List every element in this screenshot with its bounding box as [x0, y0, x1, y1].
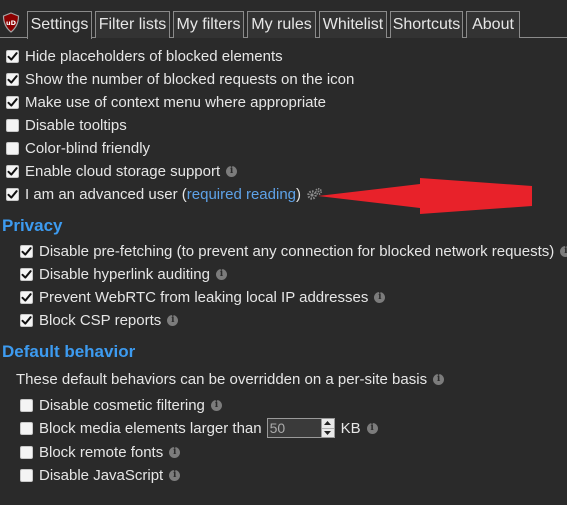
option-cloud-storage: Enable cloud storage support i — [6, 160, 238, 182]
settings-page: uD Settings Filter lists My filters My r… — [0, 0, 567, 505]
info-icon[interactable]: i — [226, 165, 238, 177]
red-arrow-annotation — [318, 178, 532, 214]
tab-settings[interactable]: Settings — [27, 11, 92, 39]
tab-my-filters[interactable]: My filters — [173, 11, 244, 38]
hyperlink-auditing-checkbox[interactable] — [20, 267, 33, 281]
option-csp-reports: Block CSP reports i — [20, 309, 179, 331]
remote-fonts-checkbox[interactable] — [20, 445, 33, 459]
tab-strip: uD Settings Filter lists My filters My r… — [0, 0, 567, 39]
disable-cosmetic-checkbox[interactable] — [20, 398, 33, 412]
cloud-storage-label: Enable cloud storage support — [25, 162, 221, 180]
tab-about[interactable]: About — [466, 11, 520, 38]
info-icon[interactable]: i — [560, 245, 567, 257]
option-color-blind: Color-blind friendly — [6, 137, 150, 159]
advanced-user-checkbox[interactable] — [6, 187, 19, 201]
info-icon[interactable]: i — [210, 399, 222, 411]
csp-reports-label: Block CSP reports — [39, 311, 162, 329]
show-count-label: Show the number of blocked requests on t… — [25, 70, 355, 88]
media-size-stepper — [266, 418, 335, 438]
option-hide-placeholders: Hide placeholders of blocked elements — [6, 45, 283, 67]
option-hyperlink-auditing: Disable hyperlink auditing i — [20, 263, 227, 285]
checkmark-icon — [21, 292, 32, 302]
info-icon[interactable]: i — [374, 291, 386, 303]
show-count-checkbox[interactable] — [6, 72, 19, 86]
option-webrtc: Prevent WebRTC from leaking local IP add… — [20, 286, 386, 308]
tab-my-rules[interactable]: My rules — [247, 11, 316, 38]
webrtc-checkbox[interactable] — [20, 290, 33, 304]
option-context-menu: Make use of context menu where appropria… — [6, 91, 326, 113]
disable-javascript-checkbox[interactable] — [20, 468, 33, 482]
disable-tooltips-label: Disable tooltips — [25, 116, 127, 134]
disable-tooltips-checkbox[interactable] — [6, 118, 19, 132]
info-icon[interactable]: i — [167, 314, 179, 326]
checkmark-icon — [7, 74, 18, 84]
option-disable-cosmetic: Disable cosmetic filtering i — [20, 394, 222, 416]
block-media-label: Block media elements larger than — [39, 419, 262, 437]
spinner-up-button[interactable] — [322, 419, 334, 428]
chevron-down-icon — [324, 430, 332, 435]
checkmark-icon — [21, 315, 32, 325]
disable-prefetching-checkbox[interactable] — [20, 244, 33, 258]
disable-prefetching-label: Disable pre-fetching (to prevent any con… — [39, 242, 555, 260]
svg-text:uD: uD — [6, 19, 17, 27]
option-disable-prefetching: Disable pre-fetching (to prevent any con… — [20, 240, 567, 262]
advanced-user-label-prefix: I am an advanced user ( — [25, 185, 187, 203]
cloud-storage-checkbox[interactable] — [6, 164, 19, 178]
option-show-count: Show the number of blocked requests on t… — [6, 68, 354, 90]
hyperlink-auditing-label: Disable hyperlink auditing — [39, 265, 210, 283]
info-icon[interactable]: i — [433, 373, 445, 385]
spinner-down-button[interactable] — [321, 427, 334, 438]
color-blind-checkbox[interactable] — [6, 141, 19, 155]
context-menu-label: Make use of context menu where appropria… — [25, 93, 327, 111]
checkmark-icon — [7, 97, 18, 107]
block-media-checkbox[interactable] — [20, 421, 33, 435]
info-icon[interactable]: i — [169, 469, 181, 481]
chevron-up-icon — [324, 421, 332, 426]
webrtc-label: Prevent WebRTC from leaking local IP add… — [39, 288, 369, 306]
media-size-input[interactable] — [266, 418, 321, 438]
tab-whitelist[interactable]: Whitelist — [319, 11, 387, 38]
checkmark-icon — [21, 269, 32, 279]
option-disable-tooltips: Disable tooltips — [6, 114, 127, 136]
option-block-media: Block media elements larger than KB i — [20, 417, 378, 439]
default-behavior-description-text: These default behaviors can be overridde… — [16, 370, 428, 388]
option-disable-javascript: Disable JavaScript i — [20, 464, 181, 486]
info-icon[interactable]: i — [366, 422, 378, 434]
hide-placeholders-checkbox[interactable] — [6, 49, 19, 63]
checkmark-icon — [21, 246, 32, 256]
option-remote-fonts: Block remote fonts i — [20, 441, 181, 463]
disable-cosmetic-label: Disable cosmetic filtering — [39, 396, 205, 414]
csp-reports-checkbox[interactable] — [20, 313, 33, 327]
context-menu-checkbox[interactable] — [6, 95, 19, 109]
media-size-spinner — [320, 418, 335, 438]
advanced-user-label-suffix: ) — [296, 185, 302, 203]
disable-javascript-label: Disable JavaScript — [39, 466, 164, 484]
default-behavior-heading: Default behavior — [2, 342, 136, 361]
info-icon[interactable]: i — [215, 268, 227, 280]
hide-placeholders-label: Hide placeholders of blocked elements — [25, 47, 283, 65]
remote-fonts-label: Block remote fonts — [39, 443, 164, 461]
required-reading-link[interactable]: required reading — [187, 186, 296, 203]
tab-filter-lists[interactable]: Filter lists — [95, 11, 170, 38]
info-icon[interactable]: i — [169, 446, 181, 458]
option-advanced-user: I am an advanced user (required reading) — [6, 183, 323, 205]
media-size-unit: KB — [340, 419, 361, 437]
ublock-logo-icon[interactable]: uD — [2, 12, 20, 33]
checkmark-icon — [7, 189, 18, 199]
default-behavior-description: These default behaviors can be overridde… — [16, 369, 445, 389]
checkmark-icon — [7, 166, 18, 176]
color-blind-label: Color-blind friendly — [25, 139, 151, 157]
checkmark-icon — [7, 51, 18, 61]
privacy-heading: Privacy — [2, 216, 63, 235]
tab-shortcuts[interactable]: Shortcuts — [390, 11, 463, 38]
